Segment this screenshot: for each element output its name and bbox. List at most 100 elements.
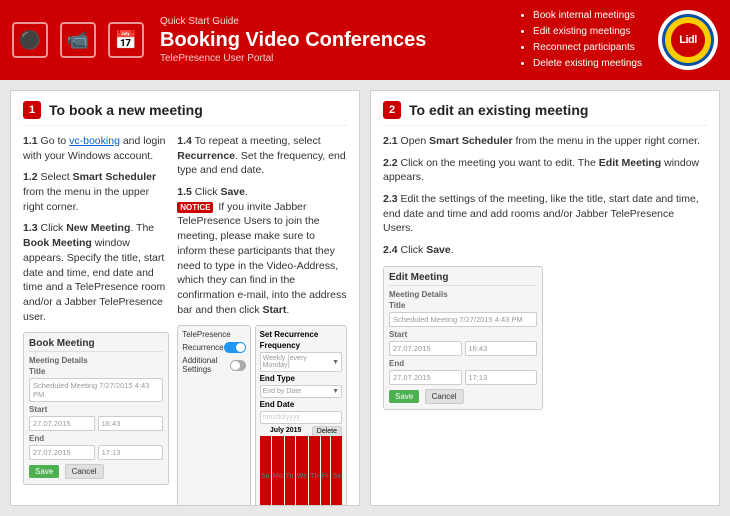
mock-book-meeting: Book Meeting Meeting Details Title Sched… — [23, 332, 169, 485]
steps-col-left: 1.1 Go to vc-booking and login with your… — [23, 134, 169, 506]
tp-header: TelePresence — [182, 330, 245, 339]
start-time[interactable]: 16:43 — [98, 416, 164, 431]
step-2-3: 2.3 Edit the settings of the meeting, li… — [383, 192, 707, 236]
steps-col-right: 1.4 To repeat a meeting, select Recurren… — [177, 134, 347, 506]
end-type-label: End Type — [260, 374, 342, 383]
day-su: Su — [260, 436, 271, 506]
header-bullets: Book internal meetings Edit existing mee… — [519, 8, 642, 72]
step-2-2: 2.2 Click on the meeting you want to edi… — [383, 156, 707, 185]
edit-end-time[interactable]: 17:13 — [465, 370, 538, 385]
edit-end-row: 27.07.2015 17:13 — [389, 370, 537, 385]
end-date[interactable]: 27.07.2015 — [29, 445, 95, 460]
book-save-button[interactable]: Save — [29, 465, 59, 478]
end-date-field[interactable]: mm/dd/yyyy — [260, 411, 342, 424]
step-1-5: 1.5 Click Save. NOTICE If you invite Jab… — [177, 185, 347, 317]
book-meeting-panel: Book Meeting Meeting Details Title Sched… — [23, 332, 169, 485]
recurrence-label: Recurrence — [182, 343, 223, 352]
edit-meeting-details-label: Meeting Details — [389, 290, 537, 299]
section-number-2: 2 — [383, 101, 401, 119]
vc-booking-link[interactable]: vc-booking — [69, 135, 120, 147]
tp-title: TelePresence — [182, 330, 230, 339]
mock-telepresence-recurrence: TelePresence Recurrence Additional Setti… — [177, 325, 347, 506]
bullet-4: Delete existing meetings — [533, 56, 642, 72]
video-icon: 📹 — [60, 22, 96, 58]
section-edit-meeting: 2 To edit an existing meeting 2.1 Open S… — [370, 90, 720, 506]
frequency-label: Frequency — [260, 341, 342, 350]
set-recurrence-title: Set Recurrence — [260, 330, 342, 339]
day-tu: Tu — [285, 436, 295, 506]
lidl-text: Lidl — [671, 23, 705, 57]
day-fr: Fr — [321, 436, 331, 506]
telepresence-panel: TelePresence Recurrence Additional Setti… — [177, 325, 250, 506]
end-type-field[interactable]: End by Date ▼ — [260, 385, 342, 398]
day-we: We — [296, 436, 308, 506]
title-label: Title — [29, 367, 163, 376]
notice-badge: NOTICE — [177, 202, 213, 213]
additional-toggle[interactable] — [230, 360, 246, 371]
day-sa: Sa — [331, 436, 342, 506]
recurrence-toggle[interactable] — [224, 342, 246, 353]
meeting-details-label: Meeting Details — [29, 356, 163, 365]
section-number-1: 1 — [23, 101, 41, 119]
additional-label: Additional Settings — [182, 356, 230, 374]
end-row: 27.07.2015 17:13 — [29, 445, 163, 460]
day-th: Th — [309, 436, 320, 506]
lidl-logo: Lidl — [658, 10, 718, 70]
cal-day-headers: Su Mo Tu We Th Fr Sa 1 — [260, 436, 312, 506]
recurrence-row: Recurrence — [182, 342, 245, 353]
step-1-3: 1.3 Click New Meeting. The Book Meeting … — [23, 221, 169, 324]
header-subtitle: Quick Start Guide — [160, 16, 519, 27]
mock-edit-meeting: Edit Meeting Meeting Details Title Sched… — [383, 266, 707, 410]
day-mo: Mo — [272, 436, 284, 506]
header-icons: ⚫ 📹 📅 — [12, 22, 144, 58]
end-time[interactable]: 17:13 — [98, 445, 164, 460]
title-field-value[interactable]: Scheduled Meeting 7/27/2015 4:43 PM — [29, 378, 163, 402]
bullet-2: Edit existing meetings — [533, 24, 642, 40]
edit-cancel-button[interactable]: Cancel — [425, 389, 464, 404]
edit-end-label: End — [389, 359, 537, 368]
header: ⚫ 📹 📅 Quick Start Guide Booking Video Co… — [0, 0, 730, 80]
steps-columns: 1.1 Go to vc-booking and login with your… — [23, 134, 347, 506]
recurrence-panel: Set Recurrence Frequency Weekly (every M… — [255, 325, 347, 506]
step-1-1: 1.1 Go to vc-booking and login with your… — [23, 134, 169, 163]
calendar-icon: 📅 — [108, 22, 144, 58]
edit-start-row: 27.07.2015 16:43 — [389, 341, 537, 356]
step-2-1: 2.1 Open Smart Scheduler from the menu i… — [383, 134, 707, 149]
step-1-4: 1.4 To repeat a meeting, select Recurren… — [177, 134, 347, 178]
book-cancel-button[interactable]: Cancel — [65, 464, 104, 479]
section-title-1: To book a new meeting — [49, 102, 203, 118]
end-label: End — [29, 434, 163, 443]
section-book-meeting: 1 To book a new meeting 1.1 Go to vc-boo… — [10, 90, 360, 506]
frequency-field[interactable]: Weekly (every Monday) ▼ — [260, 352, 342, 372]
header-title-block: Quick Start Guide Booking Video Conferen… — [160, 16, 519, 64]
edit-title-value[interactable]: Scheduled Meeting 7/27/2015 4:43 PM — [389, 312, 537, 327]
edit-end-date[interactable]: 27.07.2015 — [389, 370, 462, 385]
section-book-header: 1 To book a new meeting — [23, 101, 347, 126]
calendar-grid: July 2015 Su Mo Tu We Th Fr Sa — [260, 427, 342, 506]
start-label: Start — [29, 405, 163, 414]
edit-start-time[interactable]: 16:43 — [465, 341, 538, 356]
edit-start-label: Start — [389, 330, 537, 339]
additional-row: Additional Settings — [182, 356, 245, 374]
edit-actions: Save Cancel — [389, 389, 537, 404]
step-2-4: 2.4 Click Save. — [383, 243, 707, 258]
edit-save-button[interactable]: Save — [389, 390, 419, 403]
main-content: 1 To book a new meeting 1.1 Go to vc-boo… — [0, 80, 730, 516]
section-edit-header: 2 To edit an existing meeting — [383, 101, 707, 126]
start-row: 27.07.2015 16:43 — [29, 416, 163, 431]
edit-meeting-panel: Edit Meeting Meeting Details Title Sched… — [383, 266, 543, 410]
header-main-title: Booking Video Conferences — [160, 29, 519, 52]
bullet-3: Reconnect participants — [533, 40, 642, 56]
book-actions: Save Cancel — [29, 464, 163, 479]
end-date-label: End Date — [260, 400, 342, 409]
globe-icon: ⚫ — [12, 22, 48, 58]
start-date[interactable]: 27.07.2015 — [29, 416, 95, 431]
edit-meeting-title: Edit Meeting — [389, 272, 537, 286]
section-title-2: To edit an existing meeting — [409, 102, 588, 118]
header-portal: TelePresence User Portal — [160, 53, 519, 64]
book-meeting-title: Book Meeting — [29, 338, 163, 352]
step-1-2: 1.2 Select Smart Scheduler from the menu… — [23, 170, 169, 214]
edit-title-label: Title — [389, 301, 537, 310]
bullet-1: Book internal meetings — [533, 8, 642, 24]
edit-start-date[interactable]: 27.07.2015 — [389, 341, 462, 356]
